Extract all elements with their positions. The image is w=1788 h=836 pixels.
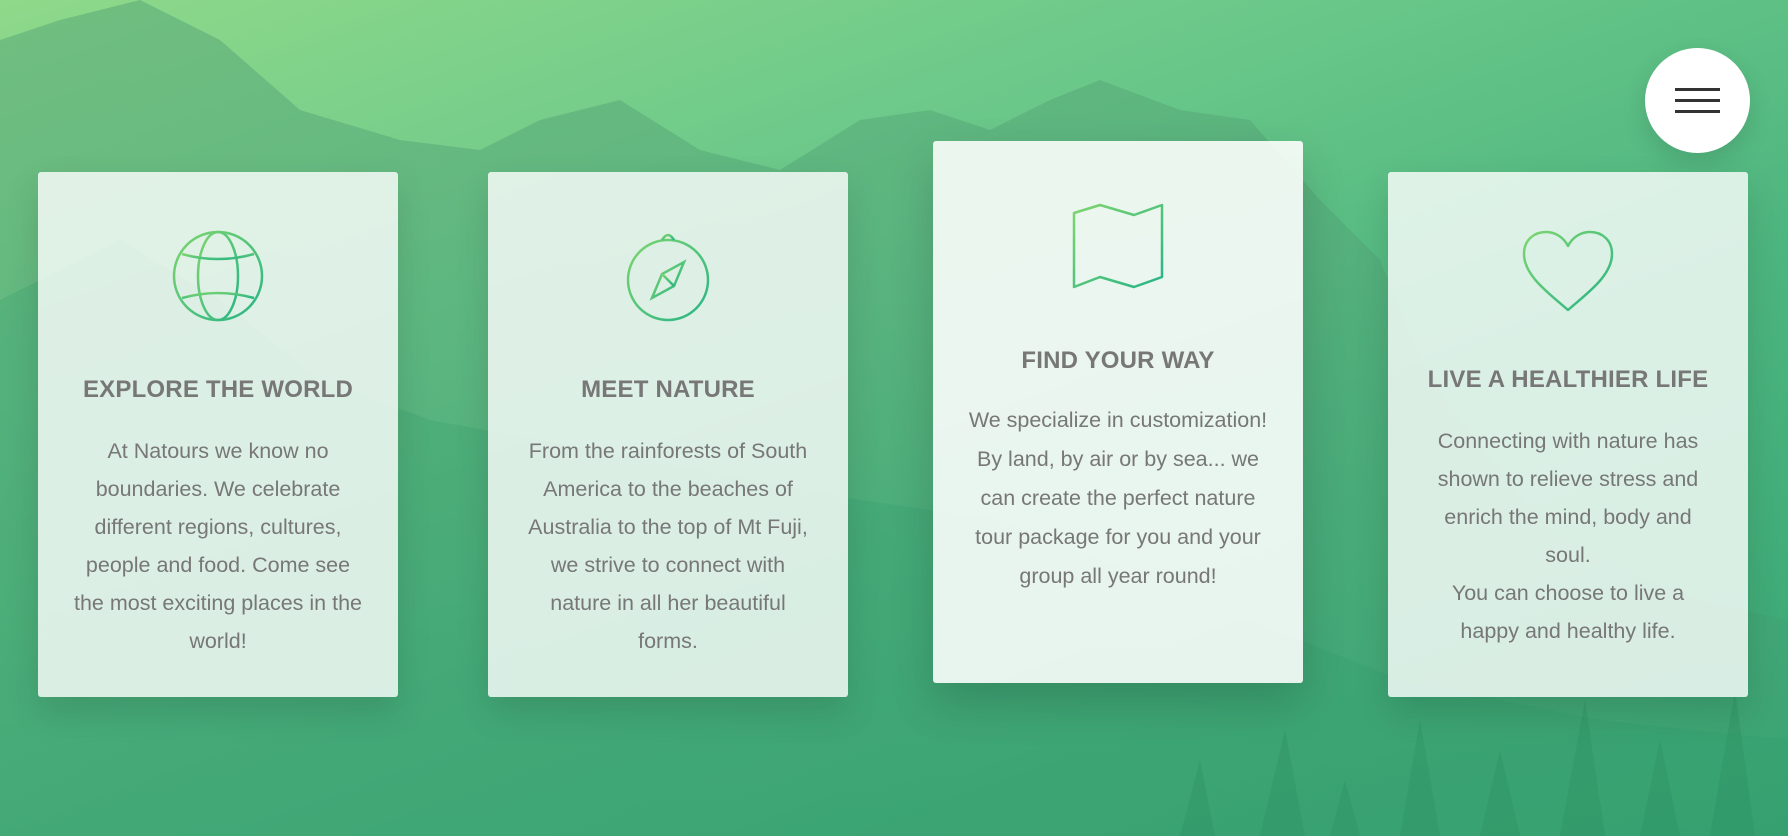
feature-description: From the rainforests of South America to… — [528, 439, 808, 653]
feature-description-line: By land, by air or by sea... we can crea… — [975, 447, 1261, 588]
feature-title: LIVE A HEALTHIER LIFE — [1427, 366, 1709, 393]
hamburger-icon-bar-middle — [1675, 99, 1720, 102]
feature-card-find-way: FIND YOUR WAY We specialize in customiza… — [933, 141, 1303, 683]
hamburger-icon-bar-top — [1675, 88, 1720, 91]
map-icon — [1072, 203, 1164, 289]
menu-button[interactable] — [1645, 48, 1750, 153]
feature-description-line: You can choose to live a happy and healt… — [1451, 581, 1685, 643]
feature-card-explore: EXPLORE THE WORLD At Natours we know no … — [38, 172, 398, 697]
feature-title: MEET NATURE — [581, 376, 755, 403]
feature-description: At Natours we know no boundaries. We cel… — [73, 439, 362, 653]
feature-description-line: Connecting with nature has shown to reli… — [1437, 429, 1699, 567]
features-section: EXPLORE THE WORLD At Natours we know no … — [0, 0, 1788, 836]
compass-icon — [626, 233, 710, 322]
feature-title: EXPLORE THE WORLD — [82, 376, 354, 403]
globe-icon — [172, 230, 264, 322]
feature-card-nature: MEET NATURE From the rainforests of Sout… — [488, 172, 848, 697]
feature-description: We specialize in customization! By land,… — [967, 401, 1269, 596]
hamburger-icon-bar-bottom — [1675, 110, 1720, 113]
feature-title: FIND YOUR WAY — [1021, 347, 1215, 374]
feature-card-healthier: LIVE A HEALTHIER LIFE Connecting with na… — [1388, 172, 1748, 697]
feature-description-line: We specialize in customization! — [968, 408, 1268, 432]
heart-icon — [1522, 230, 1614, 312]
feature-description: Connecting with nature has shown to reli… — [1422, 422, 1714, 650]
